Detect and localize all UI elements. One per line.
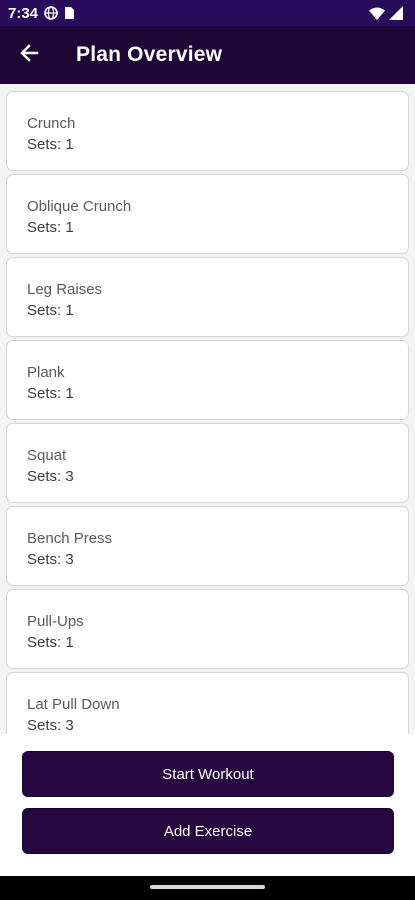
exercise-card[interactable]: Crunch Sets: 1	[6, 91, 409, 171]
add-exercise-button[interactable]: Add Exercise	[22, 808, 394, 854]
exercise-name: Leg Raises	[27, 281, 103, 298]
exercise-name: Pull-Ups	[27, 613, 84, 630]
exercise-card[interactable]: Bench Press Sets: 3	[6, 506, 409, 586]
exercise-sets: Sets: 1	[27, 219, 74, 236]
exercise-sets: Sets: 3	[27, 717, 74, 734]
status-time: 7:34	[8, 4, 39, 22]
exercise-name: Oblique Crunch	[27, 198, 132, 215]
status-left: 7:34	[8, 5, 75, 22]
exercise-sets: Sets: 1	[27, 385, 74, 402]
exercise-card[interactable]: Oblique Crunch Sets: 1	[6, 174, 409, 254]
exercise-list[interactable]: Crunch Sets: 1 Oblique Crunch Sets: 1 Le…	[0, 84, 415, 734]
exercise-sets: Sets: 1	[27, 634, 74, 651]
exercise-name: Crunch	[27, 115, 76, 132]
start-workout-button[interactable]: Start Workout	[22, 751, 394, 797]
exercise-sets: Sets: 1	[27, 302, 74, 319]
exercise-name: Bench Press	[27, 530, 113, 547]
home-gesture-handle[interactable]	[150, 885, 265, 889]
page-title: Plan Overview	[76, 43, 223, 66]
status-right	[369, 6, 403, 20]
exercise-name: Plank	[27, 364, 65, 381]
sim-card-icon	[64, 6, 75, 20]
exercise-name: Squat	[27, 447, 67, 464]
exercise-name: Lat Pull Down	[27, 696, 120, 713]
exercise-sets: Sets: 1	[27, 136, 74, 153]
exercise-card[interactable]: Leg Raises Sets: 1	[6, 257, 409, 337]
system-navigation-bar	[0, 876, 415, 900]
exercise-card[interactable]: Plank Sets: 1	[6, 340, 409, 420]
wifi-icon	[369, 7, 385, 20]
app-bar: Plan Overview	[0, 26, 415, 84]
exercise-card[interactable]: Lat Pull Down Sets: 3	[6, 672, 409, 734]
exercise-card[interactable]: Pull-Ups Sets: 1	[6, 589, 409, 669]
bottom-actions: Start Workout Add Exercise	[0, 734, 415, 876]
back-button[interactable]	[0, 26, 58, 84]
arrow-back-icon	[19, 43, 39, 68]
exercise-sets: Sets: 3	[27, 551, 74, 568]
exercise-card[interactable]: Squat Sets: 3	[6, 423, 409, 503]
signal-icon	[389, 6, 403, 20]
globe-icon	[44, 6, 58, 20]
exercise-sets: Sets: 3	[27, 468, 74, 485]
status-bar: 7:34	[0, 0, 415, 26]
